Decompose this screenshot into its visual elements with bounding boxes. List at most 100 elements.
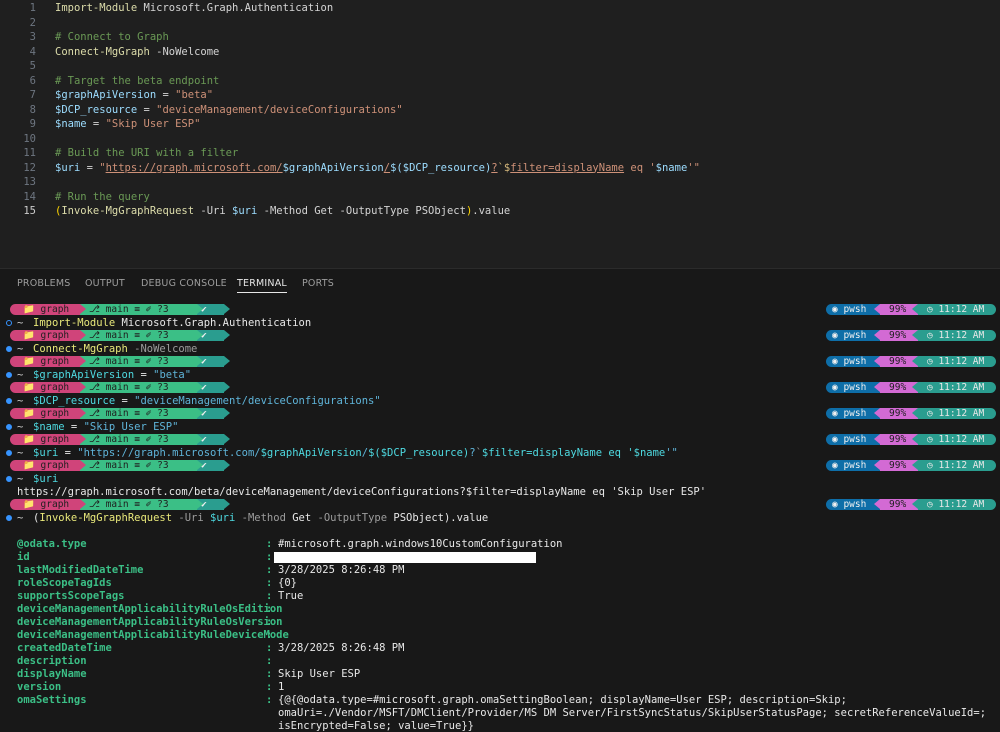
prompt-shell: ◉ pwsh: [826, 460, 880, 471]
prompt-directory: 📁 graph: [17, 499, 80, 510]
code-token: $DCP_resource: [55, 103, 138, 116]
prompt-shell: ◉ pwsh: [826, 434, 880, 445]
property-row: description:: [0, 655, 1000, 668]
line-number: 11: [23, 147, 36, 159]
prompt-time: ◷ 11:12 AM: [918, 408, 996, 419]
command-text: (Invoke-MgGraphRequest -Uri $uri -Method…: [33, 512, 488, 525]
tab-terminal[interactable]: TERMINAL: [237, 278, 287, 293]
prompt-git-status: ⎇ main ≡ ✐ ?3: [80, 304, 197, 315]
prompt-bar: 📁 graph ⎇ main ≡ ✐ ?3 ✔ ◉ pwsh 99% ◷ 11:12 AM: [0, 355, 1000, 368]
terminal[interactable]: 📁 graph ⎇ main ≡ ✐ ?3 ✔ ◉ pwsh 99% ◷ 11:12 AM…: [0, 297, 1000, 732]
prompt-separator: [874, 382, 880, 392]
property-key: lastModifiedDateTime: [17, 564, 144, 576]
command-decoration-icon[interactable]: [6, 372, 12, 378]
prompt-separator: [912, 499, 918, 509]
prompt-directory: 📁 graph: [17, 330, 80, 341]
command-token: $graphApiVersion: [260, 447, 362, 459]
line-number: 5: [29, 60, 36, 72]
prompt-cap: [10, 408, 17, 419]
command-token: -Uri: [172, 512, 211, 524]
command-token: $filter=displayName eq ': [481, 447, 634, 459]
line-number: 4: [29, 45, 36, 58]
command-token: $DCP_resource: [380, 447, 463, 459]
prompt-cap: [10, 382, 17, 393]
command-decoration-icon[interactable]: [6, 515, 12, 521]
prompt-separator: [224, 356, 230, 366]
code-token: # Connect to Graph: [55, 31, 169, 43]
code-token: https://graph.microsoft.com/: [105, 161, 283, 174]
prompt-separator: [912, 356, 918, 366]
command-token: $name: [33, 421, 65, 433]
property-colon: :: [266, 668, 273, 680]
command-token: Connect-MgGraph: [33, 343, 128, 355]
command-token: =: [64, 421, 84, 433]
property-value: omaUri=./Vendor/MSFT/DMClient/Provider/M…: [278, 707, 987, 719]
command-token: $graphApiVersion: [33, 369, 135, 381]
prompt-separator: [224, 330, 230, 340]
command-decoration-icon[interactable]: [6, 320, 12, 326]
code-token: .value: [472, 205, 511, 217]
property-value: True: [278, 590, 304, 602]
code-editor[interactable]: 1 Import-Module Microsoft.Graph.Authentic…: [0, 0, 1000, 268]
line-number: 15: [23, 205, 36, 217]
code-line: 11 # Build the URI with a filter: [0, 146, 1000, 161]
command-decoration-icon[interactable]: [6, 450, 12, 456]
property-colon: :: [266, 655, 273, 667]
property-row: version:1: [0, 681, 1000, 694]
command-token: -NoWelcome: [127, 343, 198, 355]
command-token: "Skip User ESP": [83, 421, 179, 433]
prompt-separator: [874, 499, 880, 509]
command-token: '": [665, 447, 678, 459]
tab-debug-console[interactable]: DEBUG CONSOLE: [141, 278, 227, 289]
uri-output: https://graph.microsoft.com/beta/deviceM…: [17, 486, 707, 498]
prompt-separator: [224, 304, 230, 314]
code-token: `$: [497, 161, 511, 174]
prompt-separator: [224, 460, 230, 470]
prompt-separator: [197, 304, 203, 314]
property-key: version: [17, 681, 62, 693]
prompt-bar: 📁 graph ⎇ main ≡ ✐ ?3 ✔ ◉ pwsh 99% ◷ 11:12 AM: [0, 381, 1000, 394]
prompt-separator: [80, 499, 86, 509]
property-value: 3/28/2025 8:26:48 PM: [278, 564, 405, 576]
property-value: 3/28/2025 8:26:48 PM: [278, 642, 405, 654]
tab-problems[interactable]: PROBLEMS: [17, 278, 70, 289]
tab-ports[interactable]: PORTS: [302, 278, 334, 289]
tab-output[interactable]: OUTPUT: [85, 278, 125, 289]
prompt-separator: [874, 304, 880, 314]
prompt-time: ◷ 11:12 AM: [918, 434, 996, 445]
code-text: # Run the query: [55, 190, 150, 205]
prompt-separator: [224, 499, 230, 509]
property-key: @odata.type: [17, 538, 87, 550]
prompt-cap: [10, 434, 17, 445]
property-row: deviceManagementApplicabilityRuleOsEditi…: [0, 603, 1000, 616]
code-line: 8 $DCP_resource = "deviceManagement/devic…: [0, 103, 1000, 118]
code-token: # Target the beta endpoint: [55, 74, 220, 87]
prompt-directory: 📁 graph: [17, 304, 80, 315]
code-token: filter=displayName: [510, 161, 625, 174]
command-decoration-icon[interactable]: [6, 398, 12, 404]
code-text: # Connect to Graph: [55, 30, 169, 45]
property-key: deviceManagementApplicabilityRuleDeviceM…: [17, 629, 289, 641]
prompt-separator: [874, 408, 880, 418]
command-decoration-icon[interactable]: [6, 424, 12, 430]
property-colon: :: [266, 603, 273, 615]
prompt-time: ◷ 11:12 AM: [918, 356, 996, 367]
command-text: $uri: [33, 473, 58, 486]
prompt-git-status: ⎇ main ≡ ✐ ?3: [80, 408, 197, 419]
property-key: id: [17, 551, 30, 563]
line-number: 12: [23, 161, 36, 174]
prompt-time: ◷ 11:12 AM: [918, 330, 996, 341]
command-decoration-icon[interactable]: [6, 476, 12, 482]
command-token: $uri: [210, 512, 236, 524]
code-line: 1 Import-Module Microsoft.Graph.Authentic…: [0, 1, 1000, 16]
property-key: omaSettings: [17, 694, 87, 706]
prompt-separator: [197, 408, 203, 418]
prompt-separator: [197, 330, 203, 340]
command-token: Get: [292, 512, 312, 524]
prompt-time: ◷ 11:12 AM: [918, 382, 996, 393]
code-token: -Uri: [194, 205, 233, 217]
code-token: =: [137, 103, 157, 116]
code-text: $graphApiVersion = "beta": [55, 88, 213, 103]
code-line: 5: [0, 59, 1000, 74]
command-decoration-icon[interactable]: [6, 346, 12, 352]
